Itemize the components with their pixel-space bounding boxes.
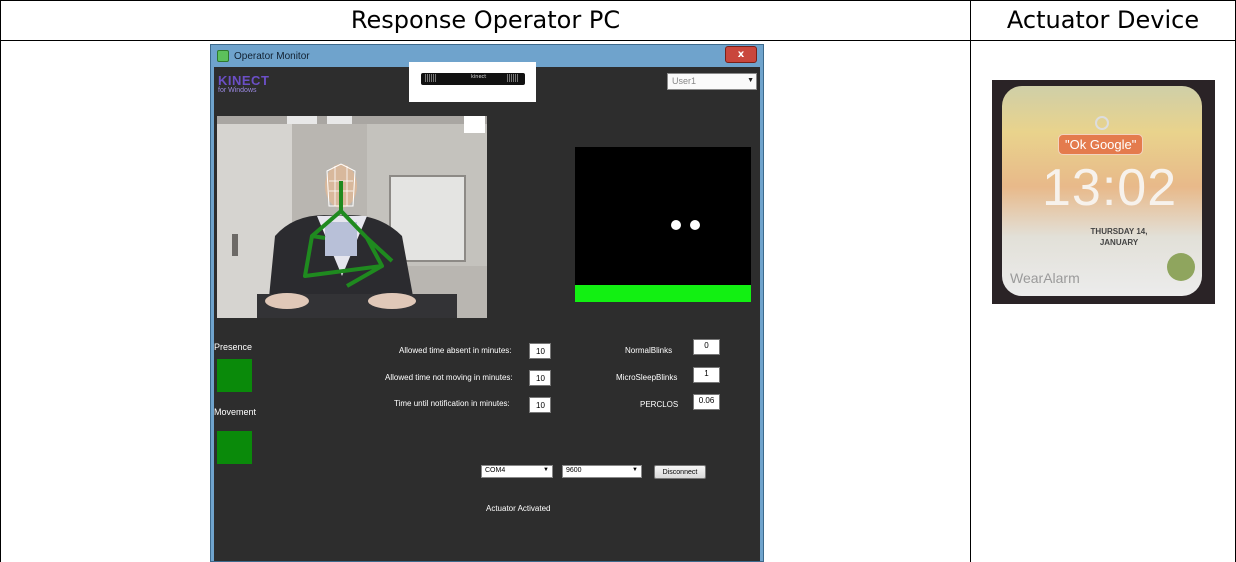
com-port-value: COM4 [485,467,506,474]
watch-date-line1: THURSDAY 14, [1090,227,1148,236]
window-client-area: KINECT for Windows kinect User1 ▼ Presen… [214,62,760,561]
watch-date: THURSDAY 14, JANUARY [1074,226,1164,248]
user-select[interactable]: User1 ▼ [667,73,757,90]
watch-face: "Ok Google" 13:02 THURSDAY 14, JANUARY W… [1002,86,1202,296]
disconnect-button[interactable]: Disconnect [654,465,706,479]
presence-label: Presence [214,342,253,352]
camera-overlay-box [464,116,485,133]
sensor-status-image: kinect [409,62,536,102]
notification-time-input[interactable]: 10 [529,397,551,413]
not-moving-time-label: Allowed time not moving in minutes: [385,373,513,382]
perclos-value: 0.06 [693,394,720,410]
chevron-down-icon: ▼ [543,467,549,473]
app-icon [217,50,229,62]
table-header-divider [0,40,1236,41]
ok-google-prompt: "Ok Google" [1058,134,1144,155]
alarm-app-icon [1167,253,1195,281]
window-title: Operator Monitor [234,50,310,62]
table-border-left [0,0,1,562]
left-eye-marker [671,220,681,230]
kinect-sensor-icon: kinect [421,73,525,85]
normal-blinks-label: NormalBlinks [625,346,673,355]
column-header-actuator-device: Actuator Device [1006,6,1200,34]
presence-indicator [217,359,252,392]
user-select-value: User1 [672,76,697,86]
disconnected-cloud-icon [1095,116,1109,130]
camera-image [217,116,487,318]
sensor-label: kinect [471,74,487,80]
watch-time: 13:02 [1042,159,1178,217]
actuator-status: Actuator Activated [486,504,551,513]
baud-rate-value: 9600 [566,467,582,474]
close-button[interactable]: x [725,46,757,63]
right-eye-marker [690,220,700,230]
chevron-down-icon: ▼ [632,467,638,473]
normal-blinks-value: 0 [693,339,720,355]
micro-sleep-blinks-label: MicroSleepBlinks [616,373,678,382]
com-port-select[interactable]: COM4 ▼ [481,465,553,478]
kinect-logo-subtitle: for Windows [218,87,257,94]
watch-date-line2: JANUARY [1099,238,1139,247]
column-header-operator-pc: Response Operator PC [350,6,621,34]
baud-rate-select[interactable]: 9600 ▼ [562,465,642,478]
smartwatch-photo: "Ok Google" 13:02 THURSDAY 14, JANUARY W… [992,80,1215,304]
movement-label: Movement [214,407,257,417]
operator-monitor-window: Operator Monitor x KINECT for Windows ki… [210,44,764,562]
perclos-label: PERCLOS [640,400,679,409]
watch-app-name: WearAlarm [1010,270,1080,286]
kinect-logo: KINECT [218,73,270,88]
not-moving-time-input[interactable]: 10 [529,370,551,386]
perclos-bar [575,285,751,302]
absent-time-input[interactable]: 10 [529,343,551,359]
eye-tracking-panel [575,147,751,302]
table-column-divider [970,0,971,562]
movement-indicator [217,431,252,464]
chevron-down-icon: ▼ [747,77,754,84]
notification-time-label: Time until notification in minutes: [394,399,510,408]
micro-sleep-blinks-value: 1 [693,367,720,383]
camera-feed [217,116,487,318]
close-icon: x [737,49,745,60]
absent-time-label: Allowed time absent in minutes: [399,346,512,355]
